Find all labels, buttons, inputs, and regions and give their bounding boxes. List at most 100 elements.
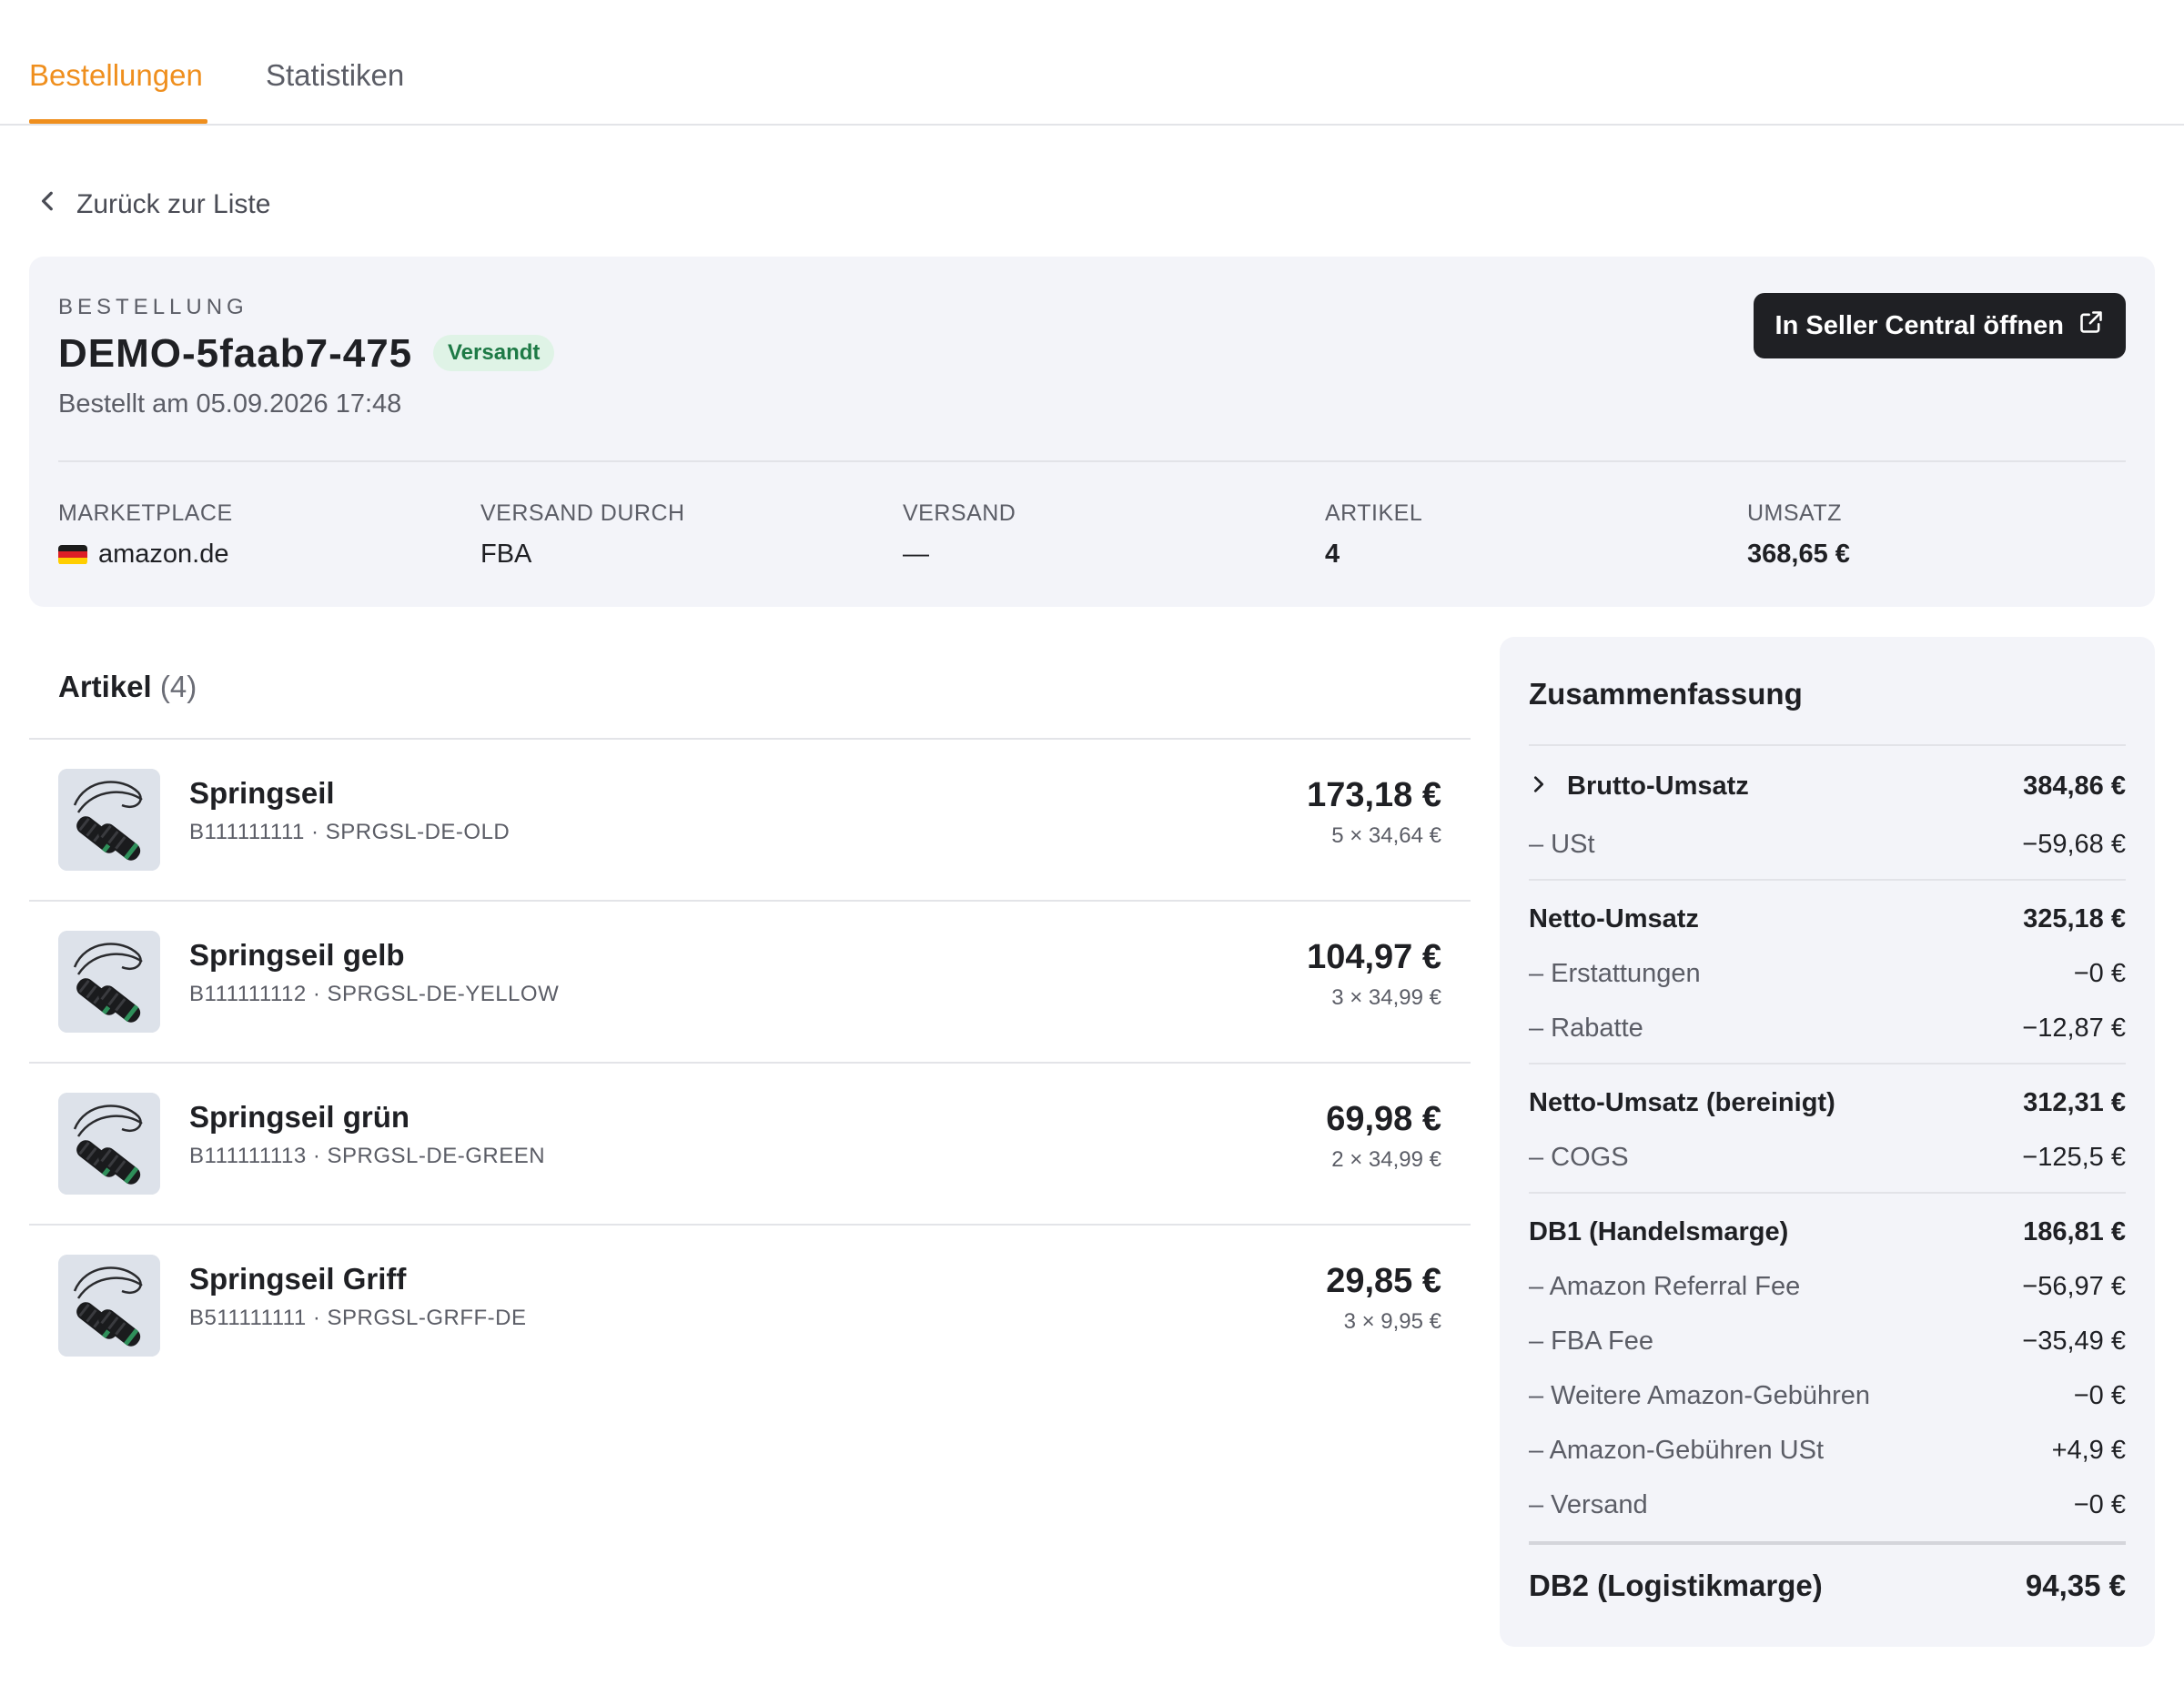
meta-label: ARTIKEL	[1325, 500, 1423, 526]
item-name: Springseil	[189, 776, 335, 810]
meta-versand: VERSAND —	[903, 500, 1016, 570]
order-id: DEMO-5faab7-475	[58, 331, 413, 376]
product-thumbnail	[58, 769, 160, 871]
list-item[interactable]: Springseil gelb B111111112 · SPRGSL-DE-Y…	[29, 900, 1471, 1062]
meta-value: 368,65 €	[1747, 540, 1850, 569]
item-name: Springseil grün	[189, 1100, 410, 1134]
items-title-label: Artikel	[58, 670, 152, 703]
summary-divider	[1529, 1063, 2126, 1064]
summary-row-db1: DB1 (Handelsmarge) 186,81 €	[1529, 1217, 2126, 1247]
item-total: 29,85 €	[1326, 1262, 1441, 1300]
status-badge: Versandt	[433, 335, 555, 371]
summary-title: Zusammenfassung	[1529, 677, 1803, 711]
meta-artikel: ARTIKEL 4	[1325, 500, 1422, 570]
summary-label: – Weitere Amazon-Gebühren	[1529, 1381, 1871, 1410]
summary-value: −0 €	[2073, 1490, 2126, 1519]
item-total: 69,98 €	[1326, 1100, 1441, 1138]
meta-value: —	[903, 540, 929, 569]
order-header-card: BESTELLUNG DEMO-5faab7-475 Versandt Best…	[29, 257, 2155, 607]
summary-value: −12,87 €	[2022, 1014, 2126, 1043]
chevron-left-icon	[36, 189, 60, 220]
summary-row-cogs: – COGS −125,5 €	[1529, 1143, 2126, 1173]
summary-label: – Amazon-Gebühren USt	[1529, 1436, 1825, 1465]
summary-row-referral-fee: – Amazon Referral Fee −56,97 €	[1529, 1272, 2126, 1302]
meta-value: 4	[1325, 540, 1340, 569]
list-item[interactable]: Springseil B111111111 · SPRGSL-DE-OLD 17…	[29, 738, 1471, 900]
summary-label: – Versand	[1529, 1490, 1648, 1519]
summary-label: DB2 (Logistikmarge)	[1529, 1569, 1823, 1602]
summary-label: – Rabatte	[1529, 1014, 1643, 1043]
summary-row-netto-umsatz: Netto-Umsatz 325,18 €	[1529, 904, 2126, 934]
summary-value: 186,81 €	[2023, 1217, 2126, 1246]
summary-divider	[1529, 744, 2126, 746]
summary-row-gebuehren-ust: – Amazon-Gebühren USt +4,9 €	[1529, 1436, 2126, 1466]
summary-value: 312,31 €	[2023, 1088, 2126, 1117]
open-seller-central-button[interactable]: In Seller Central öffnen	[1753, 293, 2126, 358]
item-quantity: 3 × 9,95 €	[1343, 1309, 1441, 1334]
active-tab-indicator	[29, 119, 207, 124]
summary-value: −125,5 €	[2022, 1143, 2126, 1172]
meta-label: VERSAND	[903, 500, 1016, 526]
product-thumbnail	[58, 1093, 160, 1195]
summary-row-ust: – USt −59,68 €	[1529, 830, 2126, 860]
product-thumbnail	[58, 1255, 160, 1357]
meta-label: VERSAND DURCH	[480, 500, 685, 526]
items-section-title: Artikel (4)	[58, 670, 197, 704]
summary-label: – COGS	[1529, 1143, 1629, 1172]
item-quantity: 3 × 34,99 €	[1331, 985, 1441, 1010]
summary-row-fba-fee: – FBA Fee −35,49 €	[1529, 1327, 2126, 1357]
list-item[interactable]: Springseil grün B111111113 · SPRGSL-DE-G…	[29, 1062, 1471, 1224]
summary-value: −56,97 €	[2022, 1272, 2126, 1301]
tab-bestellungen[interactable]: Bestellungen	[29, 58, 203, 93]
meta-umsatz: UMSATZ 368,65 €	[1747, 500, 1850, 570]
summary-label: DB1 (Handelsmarge)	[1529, 1217, 1789, 1246]
germany-flag-icon	[58, 544, 87, 565]
tab-bar: Bestellungen Statistiken	[0, 0, 2184, 126]
meta-versand-durch: VERSAND DURCH FBA	[480, 500, 685, 570]
tab-statistiken[interactable]: Statistiken	[266, 58, 404, 93]
summary-label: – USt	[1529, 830, 1595, 859]
back-to-list-link[interactable]: Zurück zur Liste	[36, 189, 270, 220]
summary-row-brutto-umsatz[interactable]: Brutto-Umsatz 384,86 €	[1529, 772, 2126, 802]
list-item[interactable]: Springseil Griff B511111111 · SPRGSL-GRF…	[29, 1224, 1471, 1386]
meta-label: UMSATZ	[1747, 500, 1842, 526]
meta-value: amazon.de	[58, 540, 233, 570]
back-link-label: Zurück zur Liste	[76, 189, 271, 219]
summary-label: – Amazon Referral Fee	[1529, 1272, 1801, 1301]
meta-marketplace: MARKETPLACE amazon.de	[58, 500, 233, 570]
summary-label: Netto-Umsatz (bereinigt)	[1529, 1088, 1835, 1117]
summary-label: – Erstattungen	[1529, 959, 1701, 988]
item-sku: B111111112 · SPRGSL-DE-YELLOW	[189, 982, 560, 1006]
summary-divider	[1529, 879, 2126, 881]
card-divider	[58, 460, 2126, 462]
summary-value: −0 €	[2073, 1381, 2126, 1410]
summary-row-netto-bereinigt: Netto-Umsatz (bereinigt) 312,31 €	[1529, 1088, 2126, 1118]
summary-row-db2: DB2 (Logistikmarge) 94,35 €	[1529, 1569, 2126, 1603]
summary-label: – FBA Fee	[1529, 1327, 1654, 1356]
item-sku: B511111111 · SPRGSL-GRFF-DE	[189, 1306, 527, 1330]
summary-value: 325,18 €	[2023, 904, 2126, 933]
summary-value: +4,9 €	[2051, 1436, 2126, 1465]
order-date: Bestellt am 05.09.2026 17:48	[58, 389, 402, 419]
chevron-right-icon	[1529, 772, 1549, 802]
summary-value: −35,49 €	[2022, 1327, 2126, 1356]
items-count: (4)	[159, 670, 197, 703]
summary-value: 384,86 €	[2023, 772, 2126, 801]
items-list: Springseil B111111111 · SPRGSL-DE-OLD 17…	[29, 738, 1471, 1386]
item-sku: B111111113 · SPRGSL-DE-GREEN	[189, 1144, 546, 1168]
item-name: Springseil gelb	[189, 938, 405, 972]
summary-row-weitere-gebuehren: – Weitere Amazon-Gebühren −0 €	[1529, 1381, 2126, 1411]
summary-value: 94,35 €	[2025, 1569, 2126, 1602]
item-total: 173,18 €	[1307, 776, 1441, 814]
meta-value: FBA	[480, 540, 532, 569]
external-link-icon	[2078, 309, 2104, 342]
summary-divider	[1529, 1192, 2126, 1194]
summary-total-divider	[1529, 1541, 2126, 1545]
summary-value: −59,68 €	[2022, 830, 2126, 859]
summary-panel: Zusammenfassung Brutto-Umsatz 384,86 € –…	[1500, 637, 2155, 1647]
summary-label: Brutto-Umsatz	[1567, 772, 1749, 801]
order-eyebrow: BESTELLUNG	[58, 295, 248, 319]
summary-row-rabatte: – Rabatte −12,87 €	[1529, 1014, 2126, 1044]
product-thumbnail	[58, 931, 160, 1033]
meta-label: MARKETPLACE	[58, 500, 233, 526]
